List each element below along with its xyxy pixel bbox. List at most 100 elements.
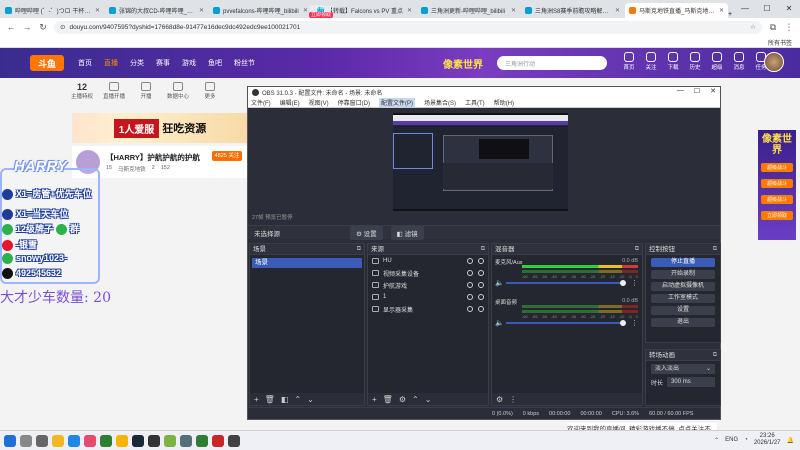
dock-float-icon[interactable]: ⧉ <box>713 350 717 361</box>
taskview-icon[interactable] <box>36 434 48 447</box>
obs-maximize-icon[interactable]: ☐ <box>694 87 700 95</box>
lock-icon[interactable] <box>478 306 484 312</box>
control-button[interactable]: 开始录制 <box>651 270 715 279</box>
visibility-eye-icon[interactable] <box>467 306 473 312</box>
visibility-eye-icon[interactable] <box>467 270 473 276</box>
bookmark-star-icon[interactable]: ☆ <box>750 23 756 31</box>
app5-icon[interactable] <box>228 434 240 447</box>
back-icon[interactable]: ← <box>6 22 16 32</box>
tab-close-icon[interactable]: ✕ <box>407 7 412 14</box>
ad-button[interactable]: 立即领取 <box>308 12 333 18</box>
nav-item[interactable]: 鱼吧 <box>208 58 222 68</box>
reload-icon[interactable]: ↻ <box>38 22 48 33</box>
obs-menu-item[interactable]: 视图(V) <box>309 98 329 107</box>
header-icon-button[interactable]: 关注 <box>642 52 660 71</box>
move-up-icon[interactable]: ⌃ <box>294 395 301 404</box>
browser-tab[interactable]: 哔哩哔哩 (゜-゜)つロ 干杯~-bili ✕ <box>1 3 104 18</box>
control-button[interactable]: 停止直播 <box>651 258 715 267</box>
app2-icon[interactable] <box>180 434 192 447</box>
scene-item[interactable]: 场景 <box>252 258 362 268</box>
folder-icon[interactable] <box>52 434 64 447</box>
tab-close-icon[interactable]: ✕ <box>95 7 100 14</box>
windows-icon[interactable] <box>4 434 16 447</box>
app4-icon[interactable] <box>212 434 224 447</box>
forward-icon[interactable]: → <box>22 22 32 32</box>
header-banner[interactable]: 像素世界 <box>428 50 498 76</box>
tab-close-icon[interactable]: ✕ <box>511 7 516 14</box>
visibility-eye-icon[interactable] <box>467 258 473 264</box>
notification-icon[interactable]: 🔔 <box>787 437 794 444</box>
advanced-audio-icon[interactable]: ⚙ <box>496 395 503 404</box>
remove-scene-icon[interactable]: 🗑 <box>265 395 275 404</box>
obs-icon[interactable] <box>148 434 160 447</box>
source-settings-icon[interactable]: ⚙ <box>399 395 406 404</box>
all-bookmarks-link[interactable]: 所有书签 <box>768 38 792 47</box>
header-icon-button[interactable]: 超级 <box>708 52 726 71</box>
visibility-eye-icon[interactable] <box>467 282 473 288</box>
nav-item[interactable]: 首页 <box>78 58 92 68</box>
chrome-icon[interactable] <box>116 434 128 447</box>
subbar-item[interactable]: 数据中心 <box>166 82 190 100</box>
add-source-icon[interactable]: + <box>372 395 377 404</box>
header-icon-button[interactable]: 首页 <box>620 52 638 71</box>
app-icon[interactable] <box>100 434 112 447</box>
clock[interactable]: 23:26 2026/1/27 <box>754 433 781 447</box>
tray-chevron-icon[interactable]: ⌃ <box>714 437 719 444</box>
control-button[interactable]: 工作室模式 <box>651 294 715 303</box>
obs-menu-item[interactable]: 编辑(E) <box>280 98 300 107</box>
move-down-icon[interactable]: ⌄ <box>425 395 432 404</box>
nav-item[interactable]: 游戏 <box>182 58 196 68</box>
source-item[interactable]: 视频采集设备 <box>368 267 488 279</box>
browser-tab[interactable]: 张锦的大叔CD-哔哩哔哩_bilibili ✕ <box>105 3 208 18</box>
source-item[interactable]: 1 <box>368 291 488 303</box>
duration-input[interactable]: 300 ms <box>667 377 715 387</box>
filter-scene-icon[interactable]: ◧ <box>281 395 289 404</box>
browser-tab[interactable]: 三角洲S8赛季前瞻攻略解析 三角✕ <box>521 3 624 18</box>
bilibili-icon[interactable] <box>84 434 96 447</box>
channel-settings-icon[interactable]: ⋮ <box>631 279 638 287</box>
lock-icon[interactable] <box>478 294 484 300</box>
move-down-icon[interactable]: ⌄ <box>307 395 314 404</box>
mixer-menu-icon[interactable]: ⋮ <box>509 395 517 404</box>
nav-item[interactable]: 赛事 <box>156 58 170 68</box>
volume-slider[interactable] <box>506 320 626 326</box>
remove-source-icon[interactable]: 🗑 <box>383 395 393 404</box>
new-tab-icon[interactable]: + <box>728 11 732 18</box>
control-button[interactable]: 设置 <box>651 306 715 315</box>
menu-icon[interactable]: ⋮ <box>784 22 794 33</box>
obs-menu-item[interactable]: 帮助(H) <box>494 98 514 107</box>
header-icon-button[interactable]: 消息 <box>730 52 748 71</box>
header-icon-button[interactable]: 下载 <box>664 52 682 71</box>
subbar-item[interactable]: 直播开播 <box>102 82 126 100</box>
obs-close-icon[interactable]: ✕ <box>710 87 716 95</box>
source-item[interactable]: 显示器采集 <box>368 303 488 315</box>
lock-icon[interactable] <box>478 270 484 276</box>
extension-icon[interactable]: ⧉ <box>768 22 778 33</box>
dock-float-icon[interactable]: ⧉ <box>713 244 717 255</box>
search-icon[interactable] <box>20 434 32 447</box>
obs-preview[interactable] <box>393 113 568 211</box>
browser-tab[interactable]: pvvefalcons-哔哩哔哩_bilibili ✕ <box>209 3 312 18</box>
dock-float-icon[interactable]: ⧉ <box>481 244 485 255</box>
obs-menu-item[interactable]: 场景集合(S) <box>424 98 456 107</box>
browser-tab[interactable]: 马斯克地铁直播_马斯克地铁直 ✕ <box>625 3 728 18</box>
obs-menu-item[interactable]: 停靠窗口(D) <box>338 98 370 107</box>
minimize-icon[interactable]: — <box>734 0 756 16</box>
side-promo[interactable]: 像素世界 超级战斗 超级战斗 超级战斗 立即领取 <box>758 130 796 240</box>
url-input[interactable]: ⊙ douyu.com/9407595?dyshid=17668d8e-9147… <box>54 20 762 34</box>
volume-slider[interactable] <box>506 280 626 286</box>
volume-knob[interactable] <box>620 280 626 286</box>
nav-item[interactable]: 粉丝节 <box>234 58 255 68</box>
obs-menu-item[interactable]: 文件(F) <box>251 98 271 107</box>
search-input[interactable]: 三角洲行动 <box>497 56 607 70</box>
obs-menu-item[interactable]: 工具(T) <box>465 98 485 107</box>
promo-banner[interactable]: 1人爱服 狂吃资源 <box>72 113 248 143</box>
transition-select[interactable]: 淡入淡出 ⌄ <box>651 364 715 374</box>
language-indicator[interactable]: ENG <box>725 437 738 443</box>
dock-float-icon[interactable]: ⧉ <box>357 244 361 255</box>
speaker-icon[interactable]: 🔈 <box>495 319 504 327</box>
add-scene-icon[interactable]: + <box>254 395 259 404</box>
subbar-item[interactable]: 开播 <box>134 82 158 100</box>
network-icon[interactable]: ◔ <box>744 437 748 443</box>
channel-settings-icon[interactable]: ⋮ <box>631 319 638 327</box>
